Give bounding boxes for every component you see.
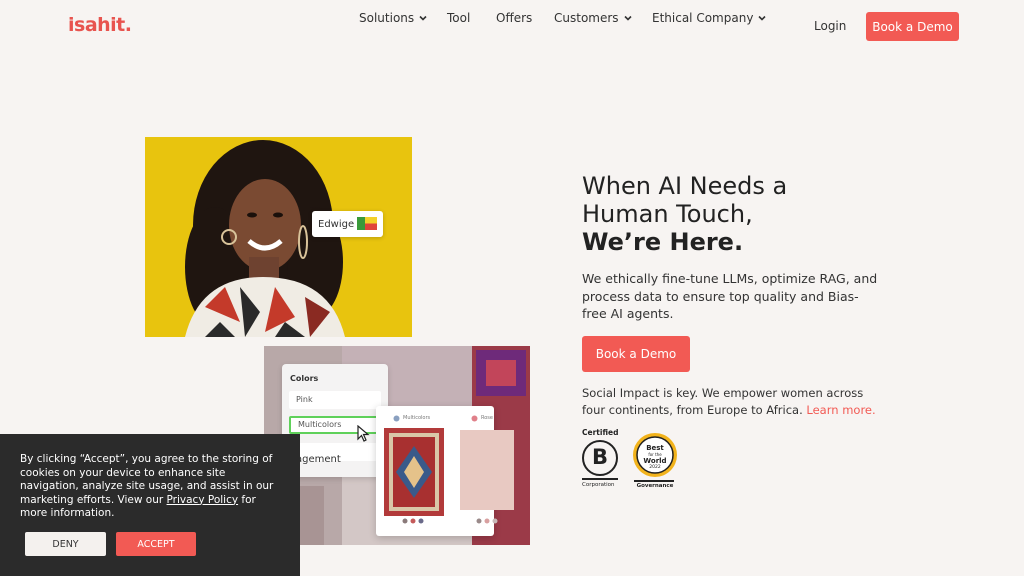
annotator-name: Edwige [318,218,355,230]
chevron-down-icon [419,15,427,21]
rug-label-multicolors: Multicolors [403,415,431,421]
login-link[interactable]: Login [814,19,846,33]
governance-label: Governance [636,483,674,489]
bcorp-letter: B [591,445,608,469]
best-label: Best [646,444,664,452]
portrait-illustration [145,137,412,337]
nav-customers-label: Customers [554,11,619,25]
bcorp-certified-label: Certified [582,428,619,437]
colors-panel-title: Colors [290,374,319,383]
benin-flag-icon [357,217,377,230]
bcorp-corporation-label: Corporation [582,482,615,488]
world-label: World [643,457,667,465]
nav-customers[interactable]: Customers [554,11,633,25]
social-impact-text: Social Impact is key. We empower women a… [582,385,882,418]
chevron-down-icon [758,15,766,21]
headline-line-1: When AI Needs a [582,172,788,200]
rug-multicolor-image[interactable] [384,428,444,516]
rug-color-dots [476,518,498,524]
color-option-pink[interactable]: Pink [289,391,381,409]
nav-ethical-company[interactable]: Ethical Company [652,11,767,25]
nav-solutions[interactable]: Solutions [359,11,428,25]
nav-ethical-company-label: Ethical Company [652,11,754,25]
hero-headline: When AI Needs a Human Touch, We’re Here. [582,172,882,256]
isahit-logo[interactable]: isahit. [68,14,132,36]
bcorp-certified-badge: Certified B Corporation [580,428,620,492]
nav-tool-label: Tool [447,11,471,25]
nav-solutions-label: Solutions [359,11,415,25]
book-demo-hero-button[interactable]: Book a Demo [582,336,690,372]
cookie-consent-text: By clicking “Accept”, you agree to the s… [20,453,282,521]
best-for-the-world-badge: Best for the World 2022 Governance [630,432,678,492]
bcorp-divider [582,478,618,480]
hero-subtext: We ethically fine-tune LLMs, optimize RA… [582,271,878,321]
mouse-cursor-icon [357,425,370,442]
year-label: 2022 [649,465,661,470]
annotator-name-tag: Edwige [312,211,383,237]
nav-offers-label: Offers [496,11,533,25]
cookie-deny-button[interactable]: DENY [25,532,106,556]
nav-offers[interactable]: Offers [496,11,532,25]
hero-portrait-photo [145,137,412,337]
learn-more-link[interactable]: Learn more. [806,403,875,417]
privacy-policy-link[interactable]: Privacy Policy [167,494,239,506]
headline-line-2: Human Touch, [582,200,753,228]
rug-label-rose: Rose [481,415,493,421]
book-demo-header-button[interactable]: Book a Demo [866,12,959,41]
cookie-consent-banner: By clicking “Accept”, you agree to the s… [0,434,300,576]
rug-results-card: Multicolors Rose [376,406,514,536]
best-divider [634,480,674,482]
color-swatch-icon [393,415,400,422]
nav-tool[interactable]: Tool [447,11,470,25]
cookie-accept-button[interactable]: ACCEPT [116,532,196,556]
management-label: agement [296,454,341,465]
headline-line-3: We’re Here. [582,228,744,256]
rug-color-dots [402,518,424,524]
color-swatch-icon [471,415,478,422]
chevron-down-icon [623,15,632,21]
rug-rose-image[interactable] [460,430,514,510]
